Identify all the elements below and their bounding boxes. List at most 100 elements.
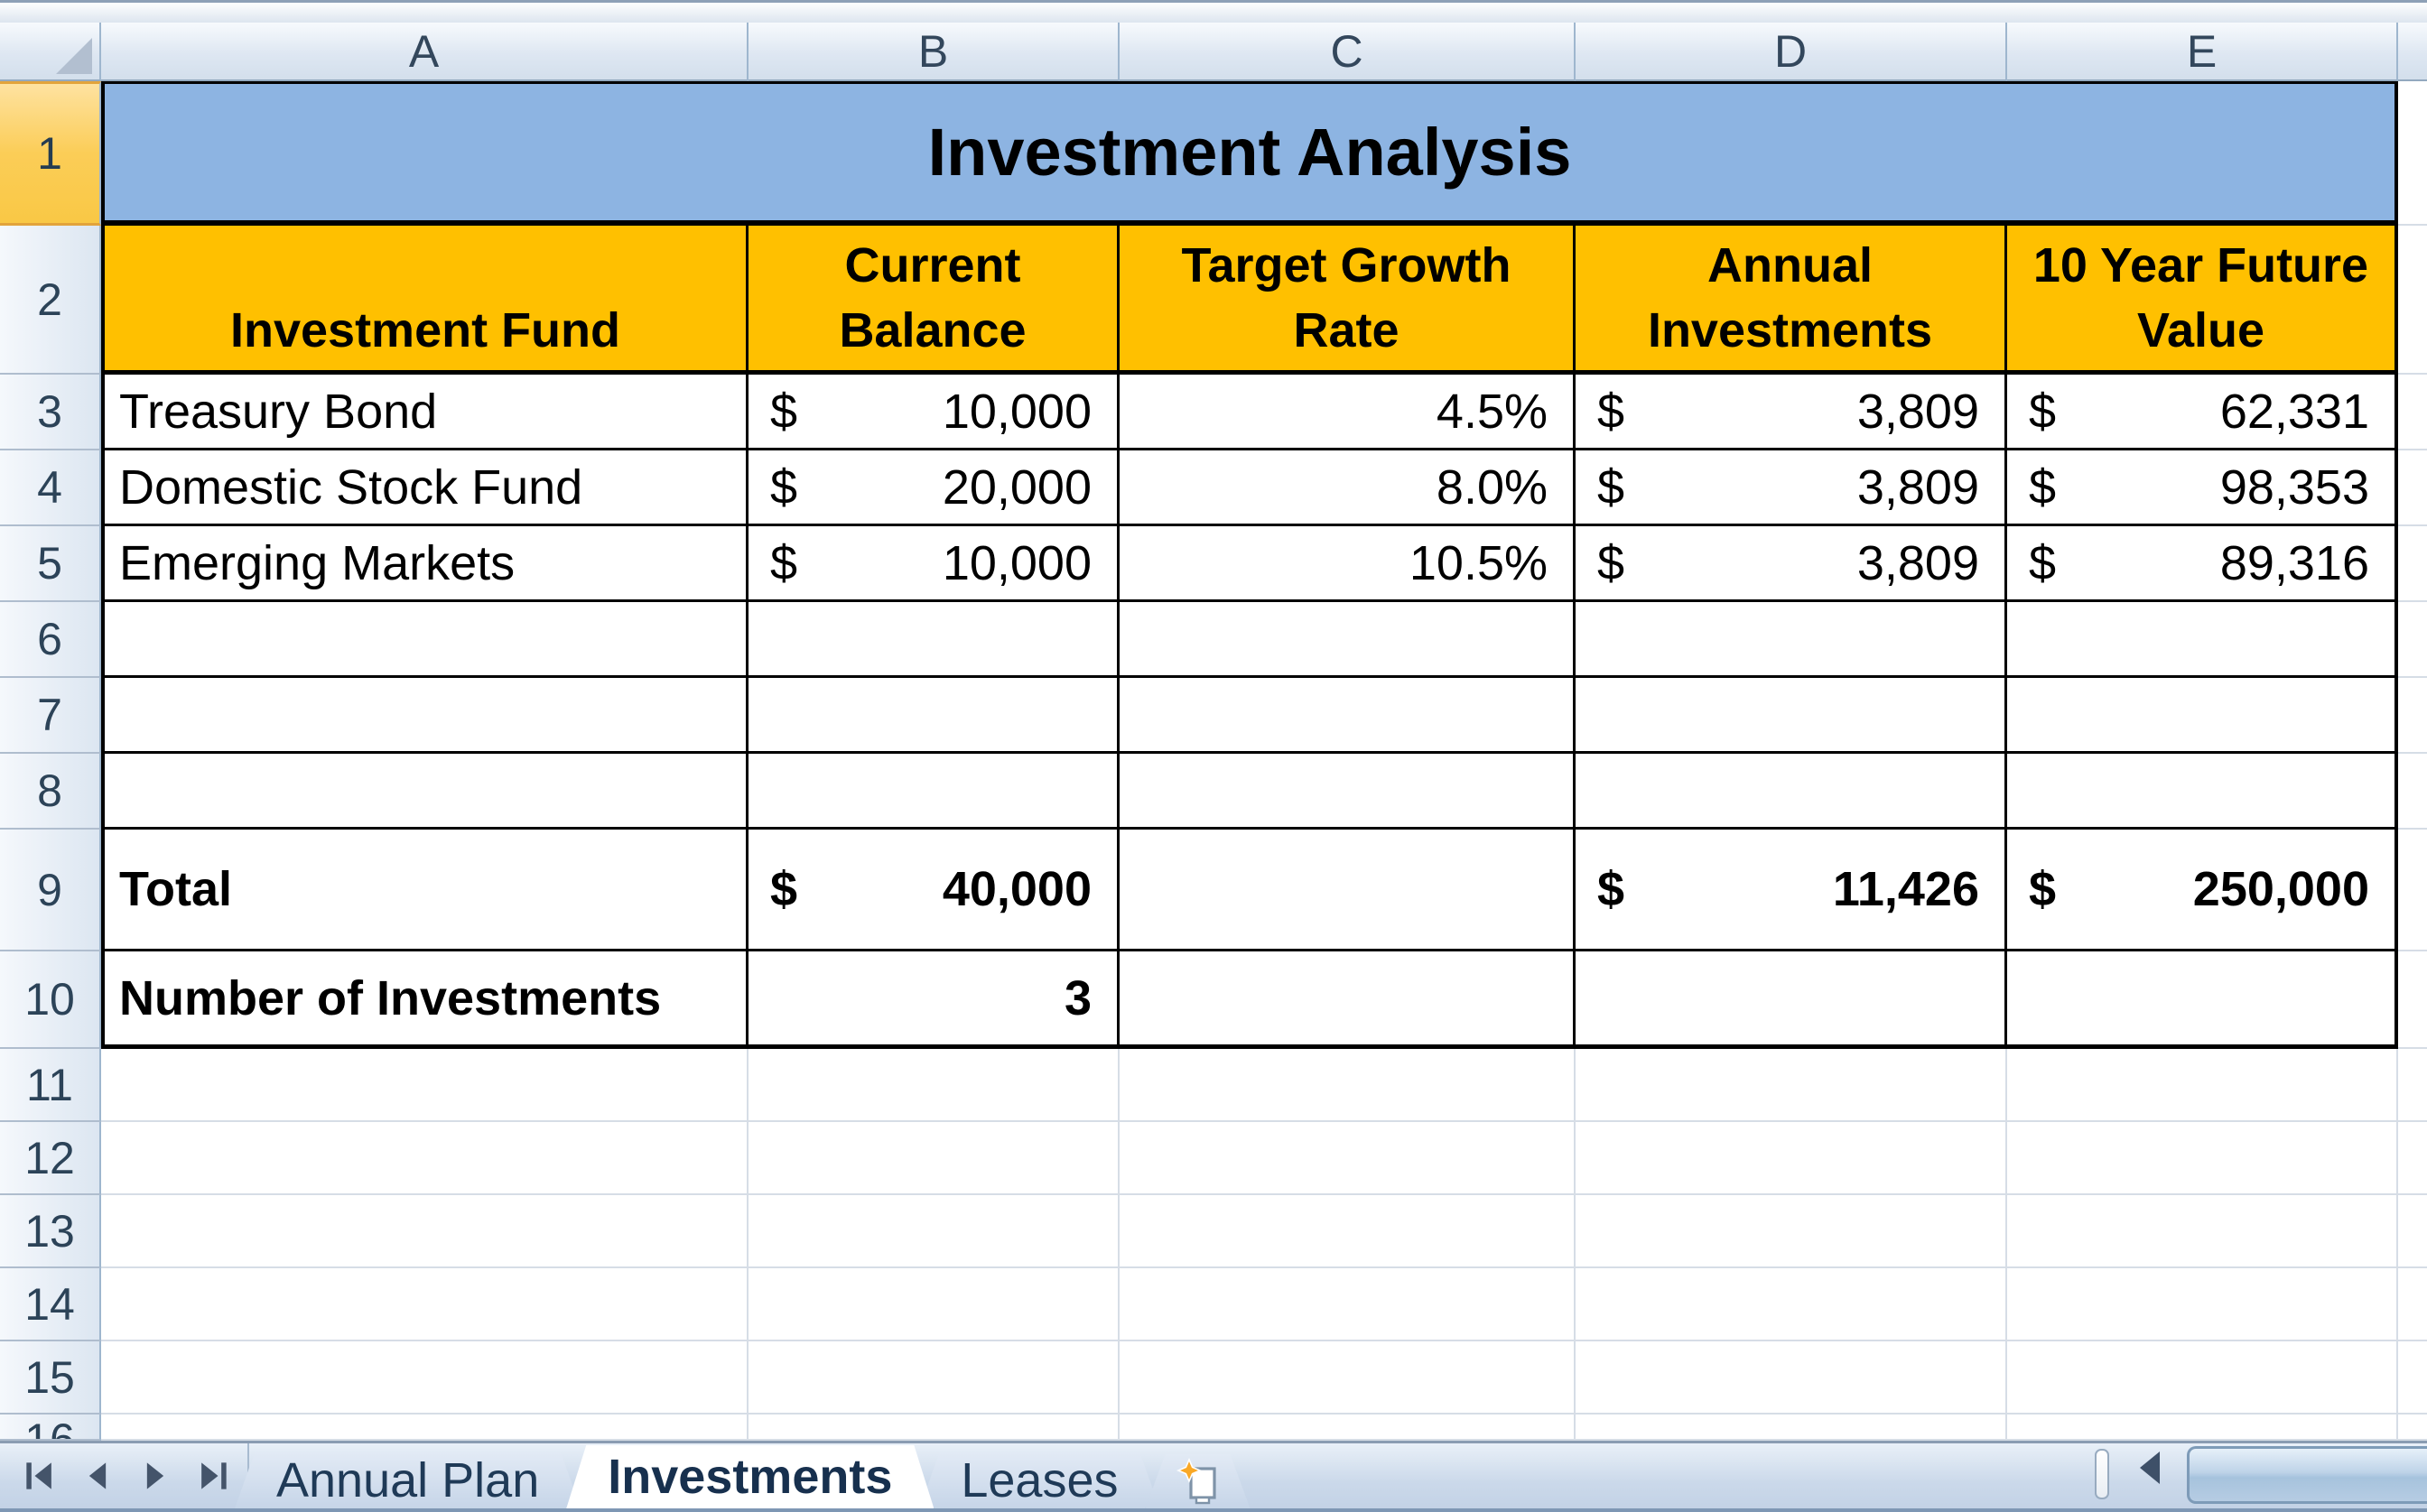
row-header-13[interactable]: 13 [0,1195,101,1268]
cell-b10-count-value[interactable]: 3 [749,951,1120,1049]
column-header-a[interactable]: A [101,23,749,81]
last-sheet-button[interactable] [193,1456,233,1496]
previous-sheet-button[interactable] [78,1456,117,1496]
cell-f9[interactable] [2398,830,2427,951]
cell-c15[interactable] [1120,1341,1576,1415]
cell-d14[interactable] [1576,1268,2007,1341]
cell-a14[interactable] [101,1268,749,1341]
cell-b9-total-balance[interactable]: $40,000 [749,830,1120,951]
cell-a9-total-label[interactable]: Total [101,830,749,951]
cell-f10[interactable] [2398,951,2427,1049]
tab-investments[interactable]: Investments [566,1445,934,1508]
cell-f8[interactable] [2398,754,2427,830]
cell-f12[interactable] [2398,1122,2427,1195]
cell-a10-count-label[interactable]: Number of Investments [101,951,749,1049]
cell-c13[interactable] [1120,1195,1576,1268]
cell-f6[interactable] [2398,602,2427,678]
cell-d5[interactable]: $3,809 [1576,526,2007,602]
next-sheet-button[interactable] [135,1456,175,1496]
cell-a2-header[interactable]: Investment Fund [101,226,749,375]
cell-a13[interactable] [101,1195,749,1268]
cell-c2-header[interactable]: Target Growth Rate [1120,226,1576,375]
cell-f7[interactable] [2398,678,2427,754]
cell-e8[interactable] [2007,754,2398,830]
cell-e4[interactable]: $98,353 [2007,450,2398,526]
cell-e14[interactable] [2007,1268,2398,1341]
cell-d15[interactable] [1576,1341,2007,1415]
cell-f2[interactable] [2398,226,2427,375]
column-header-b[interactable]: B [749,23,1120,81]
cell-d2-header[interactable]: Annual Investments [1576,226,2007,375]
cell-e15[interactable] [2007,1341,2398,1415]
cell-c11[interactable] [1120,1049,1576,1122]
cell-a7[interactable] [101,678,749,754]
cell-c3[interactable]: 4.5% [1120,375,1576,450]
cell-d7[interactable] [1576,678,2007,754]
row-header-8[interactable]: 8 [0,754,101,830]
row-header-2[interactable]: 2 [0,226,101,375]
cell-a11[interactable] [101,1049,749,1122]
cell-c14[interactable] [1120,1268,1576,1341]
cell-d4[interactable]: $3,809 [1576,450,2007,526]
cell-b4[interactable]: $20,000 [749,450,1120,526]
cell-b6[interactable] [749,602,1120,678]
row-header-6[interactable]: 6 [0,602,101,678]
cell-c12[interactable] [1120,1122,1576,1195]
insert-worksheet-button[interactable] [1146,1454,1251,1508]
cell-f1[interactable] [2398,81,2427,226]
cell-b2-header[interactable]: Current Balance [749,226,1120,375]
cell-a12[interactable] [101,1122,749,1195]
column-header-c[interactable]: C [1120,23,1576,81]
tab-annual-plan[interactable]: Annual Plan [235,1452,581,1508]
cell-d10[interactable] [1576,951,2007,1049]
row-header-12[interactable]: 12 [0,1122,101,1195]
select-all-corner[interactable] [0,23,101,81]
cell-b3[interactable]: $10,000 [749,375,1120,450]
cell-e7[interactable] [2007,678,2398,754]
cell-c5[interactable]: 10.5% [1120,526,1576,602]
cell-a5[interactable]: Emerging Markets [101,526,749,602]
cell-b14[interactable] [749,1268,1120,1341]
cell-b15[interactable] [749,1341,1120,1415]
row-header-14[interactable]: 14 [0,1268,101,1341]
cell-title-merged[interactable]: Investment Analysis [101,81,2398,226]
cell-d12[interactable] [1576,1122,2007,1195]
row-header-9[interactable]: 9 [0,830,101,951]
cell-a8[interactable] [101,754,749,830]
cell-d11[interactable] [1576,1049,2007,1122]
cell-b13[interactable] [749,1195,1120,1268]
cell-f13[interactable] [2398,1195,2427,1268]
cell-b12[interactable] [749,1122,1120,1195]
cell-d9-total-annual[interactable]: $11,426 [1576,830,2007,951]
cell-e16[interactable] [2007,1415,2398,1441]
cell-b8[interactable] [749,754,1120,830]
cell-e5[interactable]: $89,316 [2007,526,2398,602]
tab-leases[interactable]: Leases [919,1452,1159,1508]
cell-c7[interactable] [1120,678,1576,754]
cell-e13[interactable] [2007,1195,2398,1268]
column-header-e[interactable]: E [2007,23,2398,81]
column-header-partial[interactable] [2398,23,2427,81]
cell-d3[interactable]: $3,809 [1576,375,2007,450]
cell-b7[interactable] [749,678,1120,754]
cell-c9[interactable] [1120,830,1576,951]
cell-b11[interactable] [749,1049,1120,1122]
cell-a3[interactable]: Treasury Bond [101,375,749,450]
cell-e3[interactable]: $62,331 [2007,375,2398,450]
cell-b5[interactable]: $10,000 [749,526,1120,602]
cell-f5[interactable] [2398,526,2427,602]
horizontal-scrollbar-thumb[interactable] [2187,1446,2427,1504]
row-header-1[interactable]: 1 [0,81,101,226]
cell-f14[interactable] [2398,1268,2427,1341]
cell-c4[interactable]: 8.0% [1120,450,1576,526]
cell-f11[interactable] [2398,1049,2427,1122]
cell-f3[interactable] [2398,375,2427,450]
row-header-10[interactable]: 10 [0,951,101,1049]
cell-c10[interactable] [1120,951,1576,1049]
cell-f4[interactable] [2398,450,2427,526]
cell-e10[interactable] [2007,951,2398,1049]
cell-e12[interactable] [2007,1122,2398,1195]
row-header-16[interactable]: 16 [0,1415,101,1441]
cell-e6[interactable] [2007,602,2398,678]
row-header-7[interactable]: 7 [0,678,101,754]
